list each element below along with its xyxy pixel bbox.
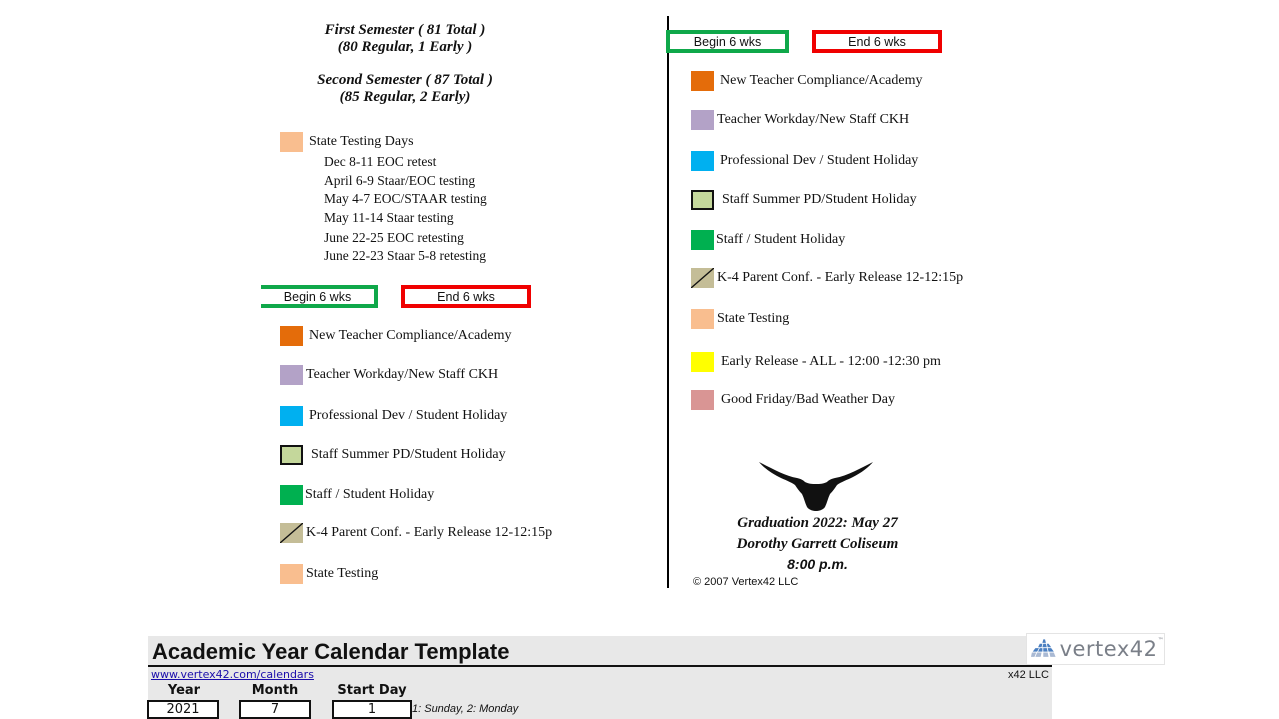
legend-swatch [691, 309, 714, 329]
testing-date-entry: May 11-14 Staar testing [324, 210, 454, 225]
llc-label: x42 LLC [1008, 669, 1049, 681]
legend-label: Teacher Workday/New Staff CKH [306, 367, 499, 382]
vertex42-calendars-link[interactable]: www.vertex42.com/calendars [151, 668, 314, 681]
end-six-weeks-marker: End 6 wks [401, 285, 531, 308]
testing-date-entry: June 22-25 EOC retesting [324, 230, 464, 245]
graduation-venue: Dorothy Garrett Coliseum [736, 536, 899, 552]
trademark-mark: ™ [1157, 637, 1164, 644]
legend-swatch [691, 268, 714, 288]
legend-item: Staff Summer PD/Student Holiday [280, 445, 506, 465]
legend-label: Staff Summer PD/Student Holiday [722, 192, 917, 207]
vertex42-logo[interactable]: vertex42™ [1026, 633, 1165, 665]
testing-date-entry: April 6-9 Staar/EOC testing [324, 173, 476, 188]
legend-label: Staff / Student Holiday [305, 487, 435, 502]
vertex42-wordmark-text: vertex42 [1059, 637, 1158, 661]
legend-swatch [691, 110, 714, 130]
legend-label: Professional Dev / Student Holiday [720, 153, 919, 168]
legend-label: Staff / Student Holiday [716, 232, 846, 247]
legend-label: Professional Dev / Student Holiday [309, 408, 508, 423]
legend-label: Staff Summer PD/Student Holiday [311, 447, 506, 462]
legend-label: State Testing [717, 311, 790, 326]
legend-item: Professional Dev / Student Holiday [280, 406, 507, 426]
copyright-notice: © 2007 Vertex42 LLC [693, 576, 799, 588]
start-day-input[interactable]: 1 [332, 700, 412, 719]
second-semester-detail: (85 Regular, 2 Early) [339, 89, 471, 105]
legend-item: K-4 Parent Conf. - Early Release 12-12:1… [280, 523, 552, 543]
legend-swatch [280, 445, 303, 465]
legend-item: Staff Summer PD/Student Holiday [691, 190, 917, 210]
begin-six-weeks-marker: Begin 6 wks [666, 30, 789, 53]
legend-swatch [691, 190, 714, 210]
legend-item: Staff / Student Holiday [280, 485, 434, 505]
legend-label: K-4 Parent Conf. - Early Release 12-12:1… [717, 270, 964, 285]
month-input[interactable]: 7 [239, 700, 311, 719]
legend-item: State Testing [280, 564, 378, 584]
testing-date-entry: Dec 8-11 EOC retest [324, 154, 437, 169]
legend-item: New Teacher Compliance/Academy [691, 71, 922, 91]
year-label: Year [167, 683, 201, 698]
legend-item: K-4 Parent Conf. - Early Release 12-12:1… [691, 268, 963, 288]
legend-label: Good Friday/Bad Weather Day [721, 392, 895, 407]
legend-label: New Teacher Compliance/Academy [309, 328, 512, 343]
legend-swatch [691, 352, 714, 372]
month-label: Month [251, 683, 299, 698]
legend-swatch [691, 151, 714, 171]
state-testing-days-header: State Testing Days [280, 132, 414, 152]
vertex42-wordmark: vertex42™ [1060, 637, 1164, 661]
slash-pattern-icon [691, 268, 714, 288]
end-six-weeks-marker: End 6 wks [812, 30, 942, 53]
longhorn-icon [759, 462, 873, 511]
legend-item: Professional Dev / Student Holiday [691, 151, 918, 171]
template-title: Academic Year Calendar Template [152, 639, 510, 664]
state-testing-swatch [280, 132, 303, 152]
testing-date-entry: May 4-7 EOC/STAAR testing [324, 191, 487, 206]
legend-label: Teacher Workday/New Staff CKH [717, 112, 910, 127]
legend-item: Teacher Workday/New Staff CKH [691, 110, 909, 130]
first-semester-title: First Semester ( 81 Total ) [324, 22, 486, 38]
title-underline [148, 665, 1052, 667]
start-day-hint: 1: Sunday, 2: Monday [412, 703, 519, 715]
column-divider [667, 16, 669, 588]
legend-swatch [280, 365, 303, 385]
graduation-time: 8:00 p.m. [787, 556, 848, 572]
second-semester-title: Second Semester ( 87 Total ) [317, 72, 493, 88]
legend-swatch [691, 230, 714, 250]
legend-swatch [280, 523, 303, 543]
year-input[interactable]: 2021 [147, 700, 219, 719]
legend-item: Staff / Student Holiday [691, 230, 845, 250]
legend-swatch [280, 326, 303, 346]
legend-item: State Testing [691, 309, 789, 329]
legend-item: New Teacher Compliance/Academy [280, 326, 511, 346]
legend-label: State Testing [306, 566, 379, 581]
legend-label: New Teacher Compliance/Academy [720, 73, 923, 88]
vertex42-grid-icon [1031, 639, 1056, 657]
legend-swatch [691, 390, 714, 410]
start-day-label: Start Day [337, 683, 407, 698]
legend-label: K-4 Parent Conf. - Early Release 12-12:1… [306, 525, 553, 540]
first-semester-detail: (80 Regular, 1 Early ) [337, 39, 473, 55]
legend-swatch [280, 485, 303, 505]
template-banner: Academic Year Calendar Template www.vert… [147, 636, 1052, 719]
testing-date-entry: June 22-23 Staar 5-8 retesting [324, 248, 486, 263]
legend-label: Early Release - ALL - 12:00 -12:30 pm [721, 354, 941, 369]
legend-item: Good Friday/Bad Weather Day [691, 390, 895, 410]
legend-swatch [691, 71, 714, 91]
state-testing-days-label: State Testing Days [309, 134, 414, 149]
begin-six-weeks-marker: Begin 6 wks [261, 285, 378, 308]
legend-swatch [280, 564, 303, 584]
slash-pattern-icon [280, 523, 303, 543]
graduation-date: Graduation 2022: May 27 [737, 515, 898, 531]
legend-item: Teacher Workday/New Staff CKH [280, 365, 498, 385]
legend-swatch [280, 406, 303, 426]
legend-item: Early Release - ALL - 12:00 -12:30 pm [691, 352, 941, 372]
